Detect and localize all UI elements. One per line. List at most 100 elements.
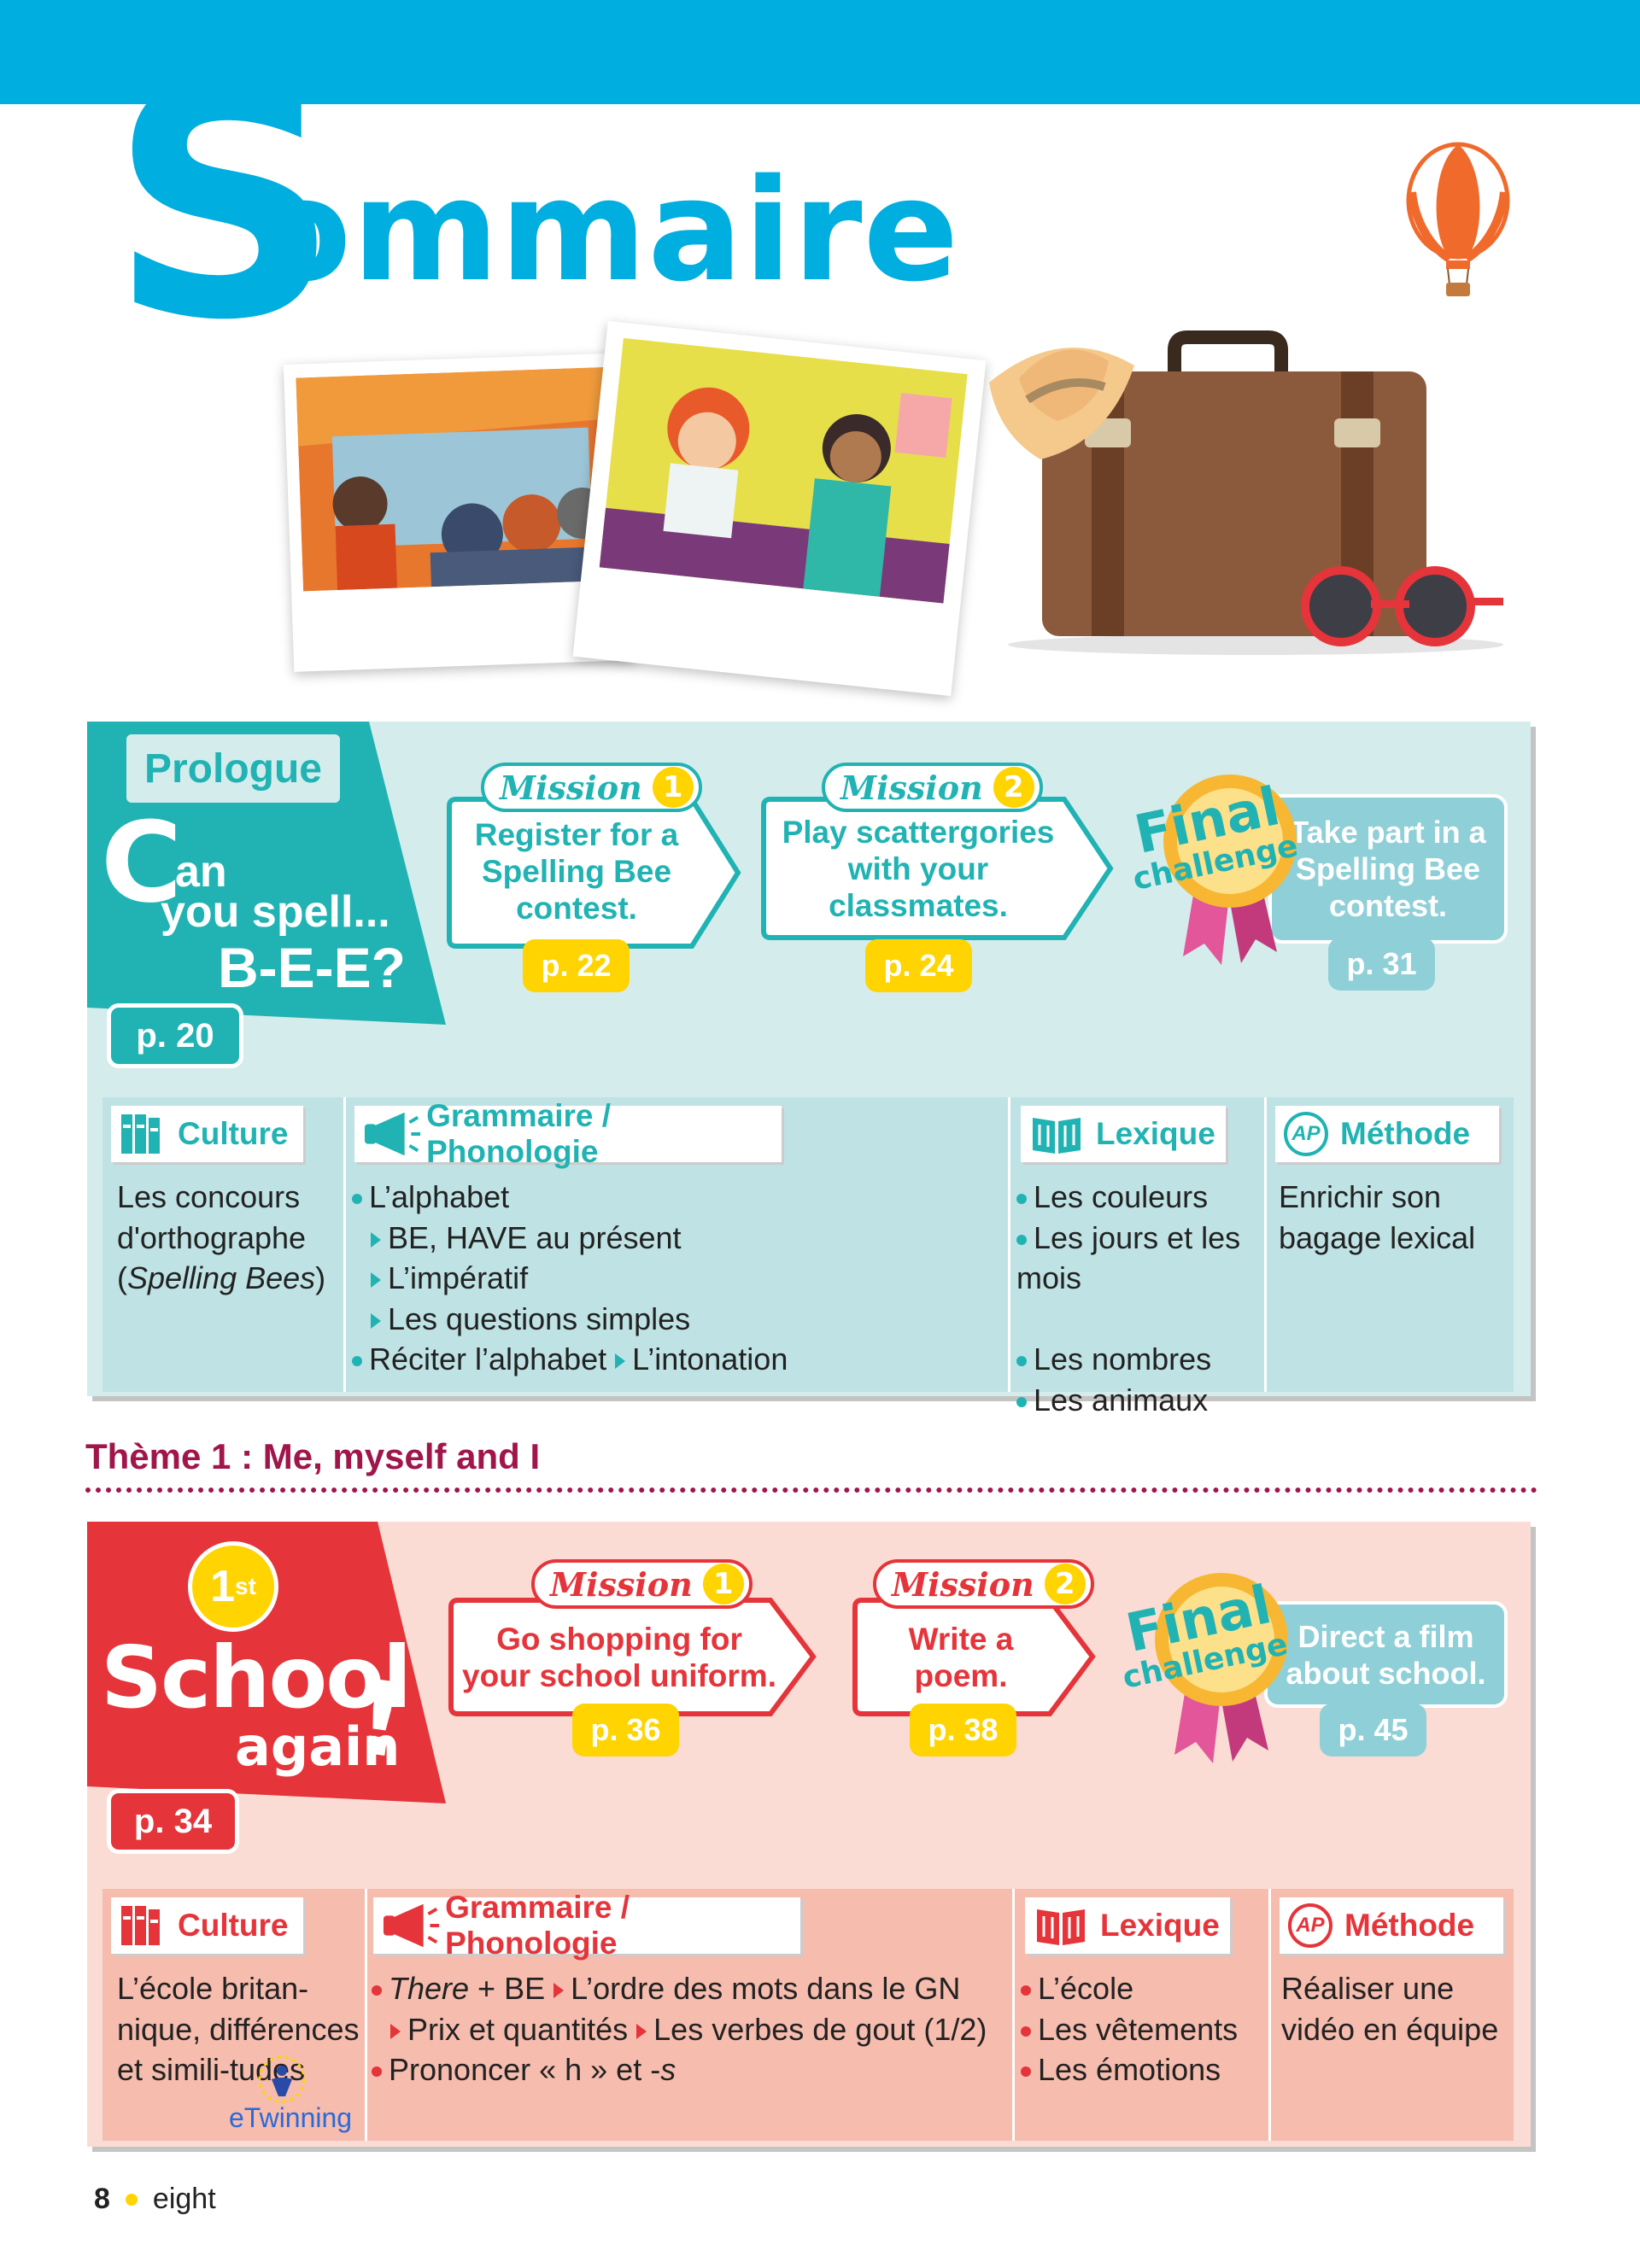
- column-divider: [1012, 1889, 1015, 2141]
- culture-text-italic: Spelling Bees: [127, 1260, 316, 1295]
- column-divider: [1264, 1097, 1267, 1392]
- unit1-lexique-text: L’école Les vêtements Les émotions: [1021, 1968, 1264, 2090]
- unit1-number: 1: [210, 1562, 235, 1611]
- bullet: [1016, 1396, 1027, 1407]
- prologue-label: Prologue: [126, 734, 340, 803]
- bullet: [352, 1194, 362, 1205]
- unit1-page-link[interactable]: p. 34: [107, 1789, 239, 1854]
- theme-heading: Thème 1 : Me, myself and I: [85, 1436, 541, 1476]
- bullet: [352, 1356, 362, 1367]
- mission-1-tag: Mission 1: [481, 763, 702, 812]
- lexique-header-label: Lexique: [1096, 1116, 1215, 1151]
- bedroom-illustration: [599, 337, 968, 604]
- mission-label: Mission: [892, 1564, 1034, 1604]
- grammaire-line: Prononcer « h » et -: [389, 2052, 661, 2087]
- column-divider: [1008, 1097, 1010, 1392]
- page-title: ommaire: [255, 149, 960, 313]
- bullet: [1021, 1985, 1031, 1996]
- unit1-final-challenge-page-link[interactable]: p. 45: [1320, 1704, 1426, 1757]
- methode-header-label: Méthode: [1340, 1116, 1471, 1151]
- mission-1-page-link[interactable]: p. 22: [523, 939, 630, 992]
- mission-label: Mission: [500, 768, 642, 807]
- arrow-bullet: [371, 1272, 381, 1289]
- arrow-bullet: [390, 2023, 401, 2039]
- grammaire-line: Prix et quantités: [407, 2011, 629, 2047]
- grammaire-line: Réciter l’alphabet: [369, 1342, 607, 1377]
- culture-text-b: ): [315, 1260, 326, 1295]
- grammaire-text: L’alphabet BE, HAVE au présent L’impérat…: [352, 1177, 1001, 1380]
- grammaire-line: s: [660, 2052, 676, 2087]
- arrow-bullet: [554, 1983, 565, 1999]
- open-book-icon: [1033, 1118, 1081, 1154]
- prologue-title-word3: B-E-E?: [218, 936, 406, 999]
- unit1-number-badge: 1st: [188, 1541, 278, 1632]
- unit1-mission-1-tag: Mission 1: [531, 1559, 753, 1609]
- lexique-item: Les émotions: [1038, 2052, 1221, 2087]
- mission-2-text: Play scattergories with your classmates.: [782, 815, 1055, 923]
- arrow-bullet: [615, 1353, 626, 1370]
- unit1-mission-1-text: Go shopping for your school uniform.: [462, 1621, 776, 1693]
- open-book-icon: [1037, 1909, 1085, 1945]
- lexique-item: Les jours et les mois: [1016, 1219, 1241, 1296]
- bullet: [1021, 2025, 1031, 2037]
- page-number: 8: [94, 2183, 110, 2215]
- lexique-item: Les animaux: [1034, 1382, 1209, 1418]
- lexique-header-label: Lexique: [1100, 1908, 1220, 1943]
- unit1-methode-text: Réaliser une vidéo en équipe: [1281, 1971, 1499, 2047]
- grammaire-line: Les verbes de gout (1/2): [653, 2011, 987, 2047]
- unit1-grammaire-header: Grammaire / Phonologie: [373, 1890, 800, 1961]
- lexique-item: Les vêtements: [1038, 2011, 1239, 2047]
- bullet: [1016, 1234, 1027, 1245]
- grammaire-line: Les questions simples: [388, 1301, 691, 1336]
- final-challenge-page-link[interactable]: p. 31: [1328, 938, 1435, 991]
- hat-icon: [989, 348, 1134, 459]
- methode-header-label: Méthode: [1344, 1908, 1475, 1943]
- lexique-item: L’école: [1038, 1971, 1134, 2006]
- footer-dot: [125, 2193, 138, 2206]
- grammaire-line: There: [389, 1971, 470, 2006]
- unit1-grammaire-text: There + BE L’ordre des mots dans le GN P…: [372, 1968, 1008, 2090]
- megaphone-icon: [383, 1903, 440, 1948]
- arrow-bullet: [636, 2023, 647, 2039]
- unit1-number-suffix: st: [235, 1573, 256, 1599]
- unit1-mission-2-page-link[interactable]: p. 38: [910, 1704, 1016, 1757]
- column-divider: [1268, 1889, 1271, 2141]
- unit1-mission-1-page-link[interactable]: p. 36: [572, 1704, 679, 1757]
- unit1-methode-header: AP Méthode: [1280, 1897, 1503, 1954]
- culture-header: Culture: [111, 1106, 303, 1162]
- unit1-lexique-header: Lexique: [1025, 1897, 1230, 1954]
- bullet: [372, 2066, 382, 2078]
- arrow-bullet: [371, 1312, 381, 1329]
- grammaire-header-label: Grammaire / Phonologie: [445, 1890, 630, 1961]
- bullet: [1016, 1194, 1027, 1205]
- grammaire-header: Grammaire / Phonologie: [354, 1098, 782, 1169]
- grammaire-line: L’intonation: [632, 1342, 788, 1377]
- mission-label: Mission: [840, 768, 983, 807]
- mission-number: 2: [993, 767, 1034, 808]
- books-icon: [121, 1906, 160, 1945]
- books-icon: [121, 1114, 160, 1154]
- methode-text: Enrichir son bagage lexical: [1279, 1179, 1476, 1255]
- unit1-culture-text: L’école britan-nique, différences et sim…: [117, 1971, 360, 2087]
- megaphone-icon: [364, 1112, 421, 1156]
- theme-divider: [85, 1488, 1538, 1493]
- etwinning-label: eTwinning: [229, 2102, 353, 2133]
- bullet: [372, 1985, 382, 1996]
- mission-number: 2: [1044, 1564, 1086, 1605]
- prologue-page-link[interactable]: p. 20: [107, 1003, 243, 1068]
- lexique-item: Les couleurs: [1034, 1179, 1209, 1214]
- mission-2-page-link[interactable]: p. 24: [865, 939, 972, 992]
- prologue-title-word2: you spell...: [161, 887, 390, 937]
- mission-number: 1: [652, 767, 694, 808]
- grammaire-line: L’alphabet: [369, 1179, 510, 1214]
- bullet: [1016, 1356, 1027, 1367]
- unit1-mission-2-tag: Mission 2: [873, 1559, 1094, 1609]
- lexique-header: Lexique: [1021, 1106, 1226, 1162]
- page-number-word: eight: [152, 2183, 216, 2215]
- lexique-text: Les couleurs Les jours et les mois ​ Les…: [1016, 1177, 1260, 1420]
- grammaire-line: + BE: [469, 1971, 546, 2006]
- mission-1-text: Register for a Spelling Bee contest.: [474, 816, 679, 926]
- methode-header: AP Méthode: [1275, 1106, 1499, 1162]
- ap-badge-icon: AP: [1284, 1112, 1328, 1156]
- culture-text: Les concours d'orthographe (Spelling Bee…: [117, 1177, 339, 1299]
